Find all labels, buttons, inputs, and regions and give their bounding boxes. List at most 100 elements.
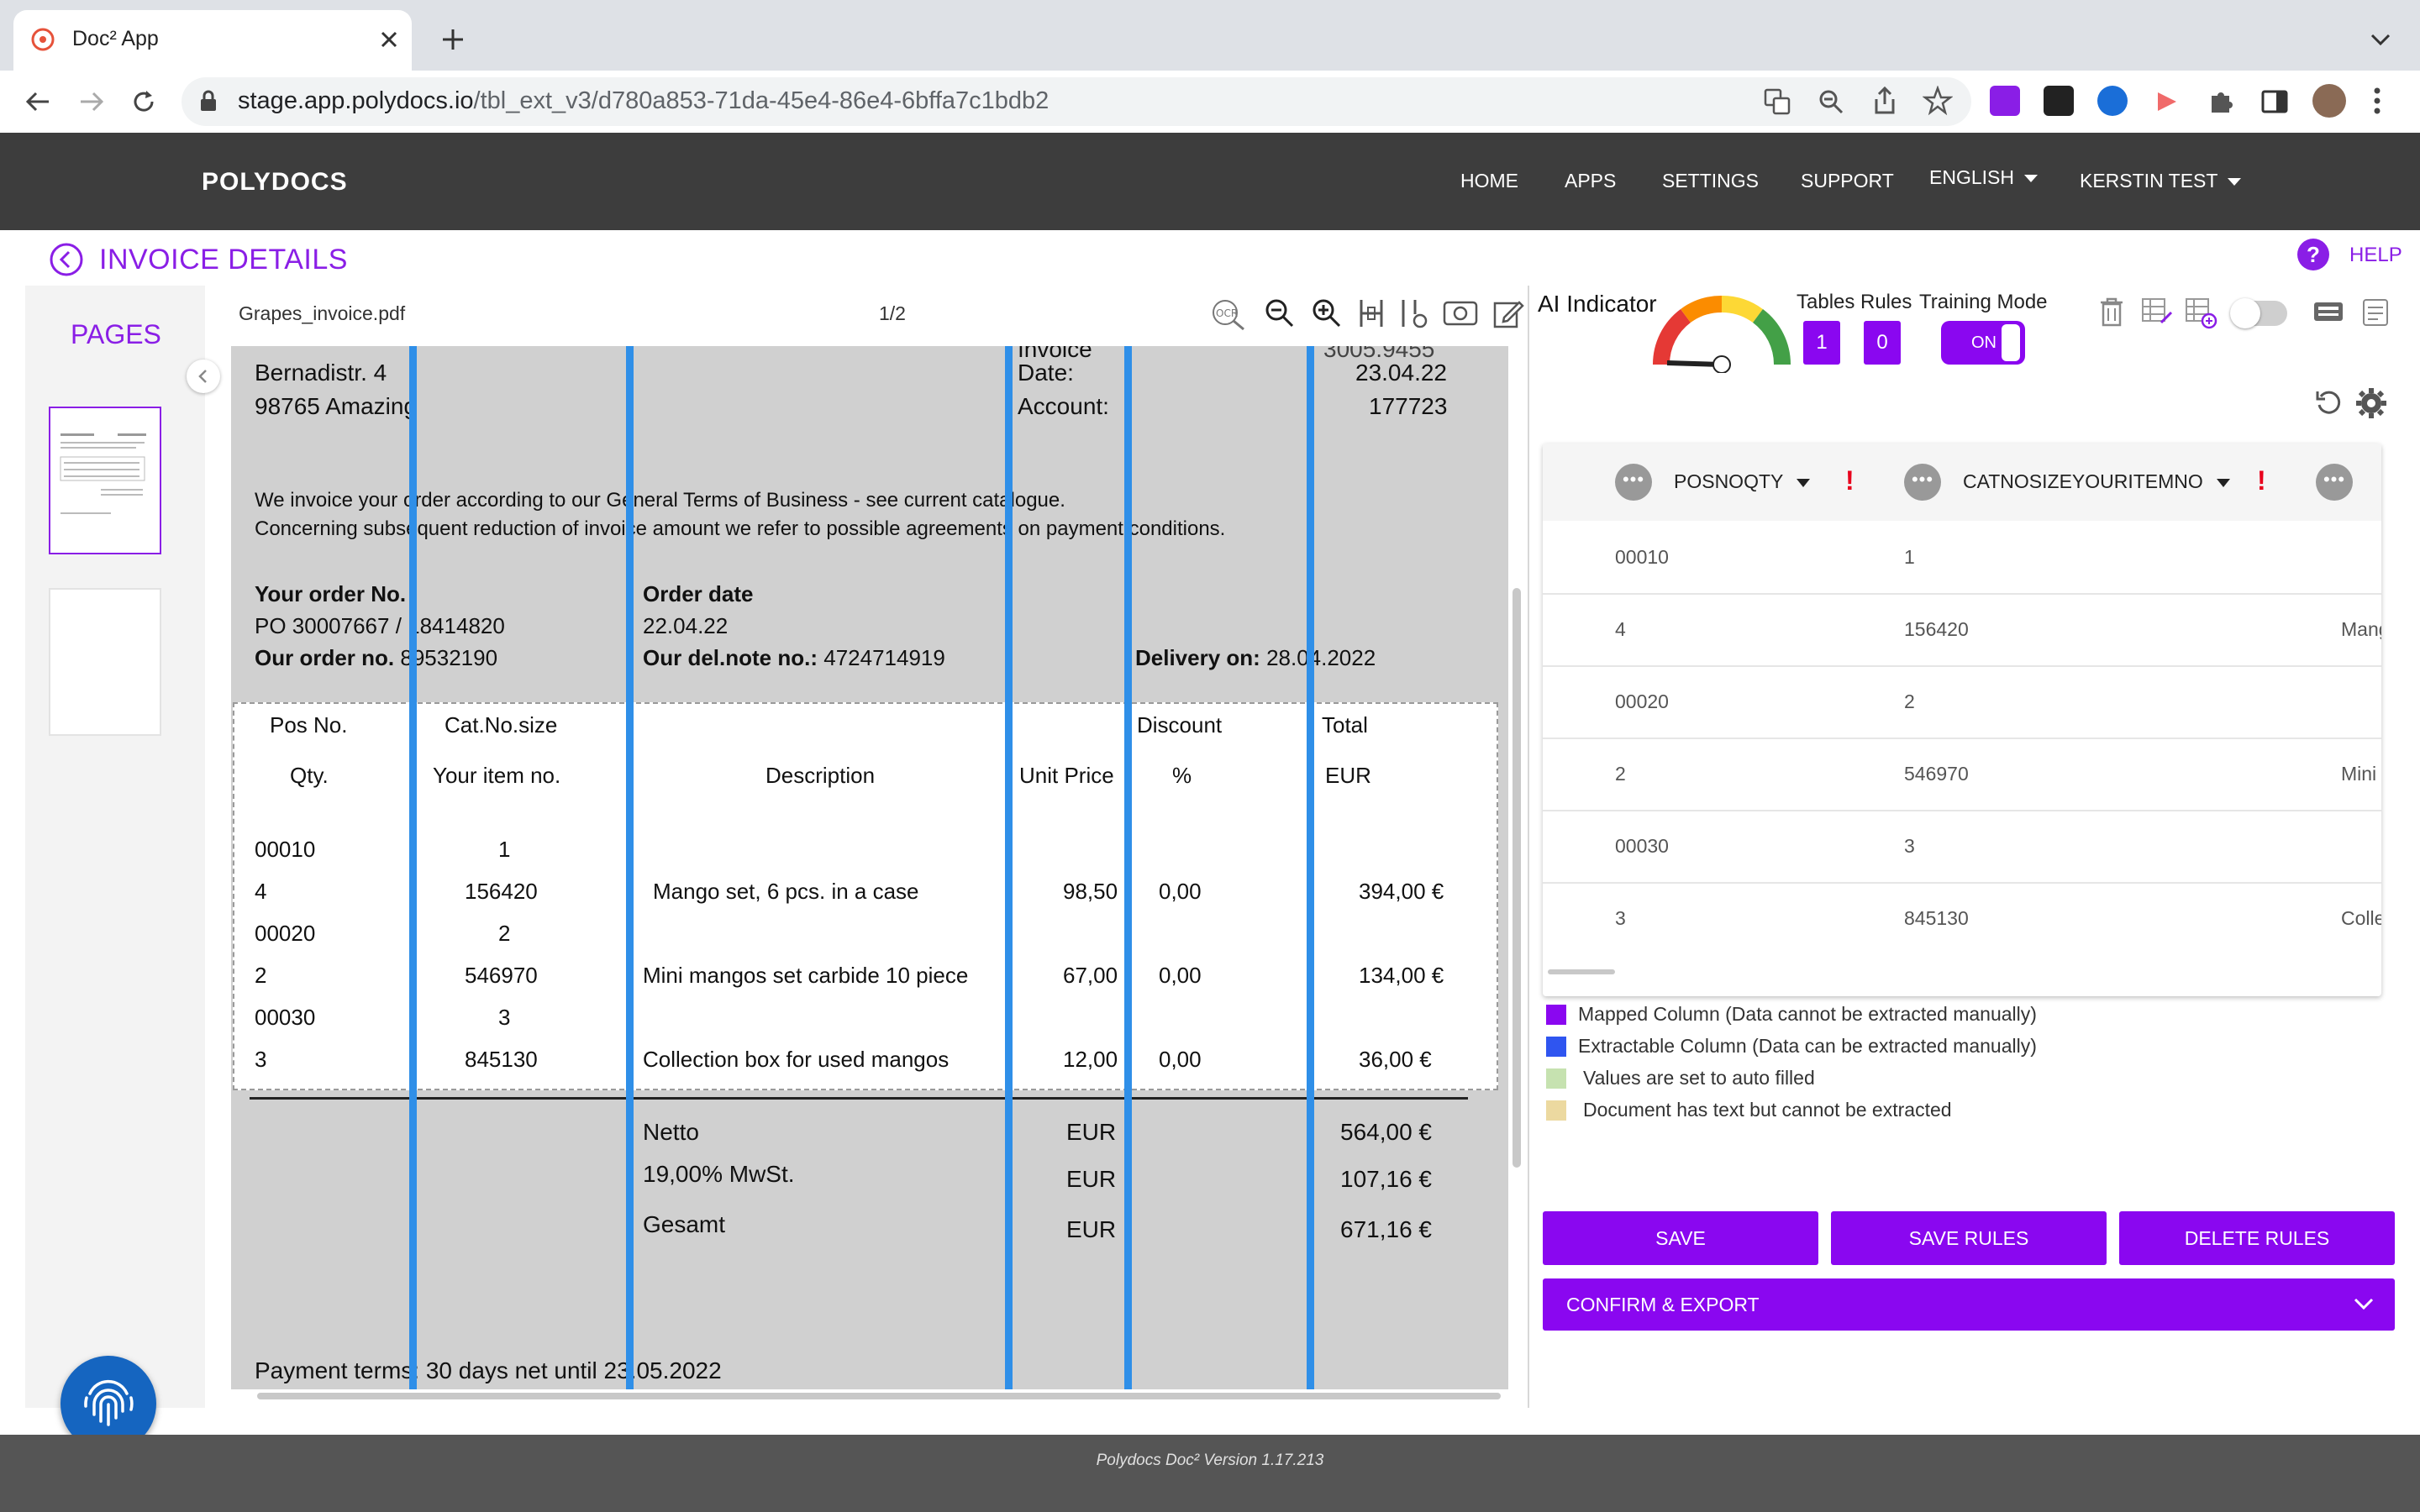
grid-cell[interactable]: 00030 (1615, 835, 1669, 858)
chevron-down-icon (1797, 478, 1811, 487)
column-1-label: POSNOQTY (1674, 470, 1784, 492)
column-header-1[interactable]: POSNOQTY (1674, 470, 1811, 493)
grid-cell[interactable]: 3 (1904, 835, 1915, 858)
column-rule-icon[interactable] (1398, 297, 1430, 333)
page-thumbnail-2[interactable] (49, 588, 161, 736)
keyboard-icon[interactable] (2312, 299, 2344, 328)
polydocs-logo[interactable]: POLYDOCS (202, 168, 348, 197)
document-horizontal-scrollbar[interactable] (257, 1393, 1501, 1399)
training-mode-toggle[interactable]: ON (1941, 321, 2025, 365)
profile-avatar[interactable] (2312, 84, 2346, 118)
grid-cell[interactable]: 3 (1615, 907, 1626, 930)
row2-c3: Mango set, 6 pcs. in a case (653, 879, 919, 904)
zoom-out-icon[interactable] (1264, 297, 1296, 333)
save-rules-button[interactable]: SAVE RULES (1831, 1211, 2107, 1265)
column-menu-icon[interactable]: ••• (1904, 464, 1941, 501)
back-icon[interactable] (24, 87, 52, 120)
extensions-puzzle-icon[interactable] (2207, 87, 2235, 120)
grid-row[interactable]: 00020 2 (1543, 665, 2381, 739)
chevron-down-icon (2228, 178, 2242, 186)
nav-apps[interactable]: APPS (1565, 170, 1616, 192)
page-thumbnail-1[interactable] (49, 407, 161, 554)
grid-cell[interactable]: 546970 (1904, 763, 1969, 785)
edit-table-icon[interactable] (2141, 297, 2175, 332)
collapse-panel-button[interactable] (187, 360, 220, 393)
grid-cell[interactable]: 00010 (1615, 546, 1669, 569)
warning-icon[interactable]: ! (1845, 465, 1854, 496)
help-link[interactable]: HELP (2349, 244, 2402, 267)
intro-line-1: We invoice your order according to our G… (255, 489, 1065, 512)
grid-row[interactable]: 00010 1 (1543, 521, 2381, 595)
user-menu[interactable]: KERSTIN TEST (2080, 170, 2242, 192)
edit-icon[interactable] (1492, 297, 1524, 333)
extension-4-icon[interactable] (2153, 87, 2181, 120)
undo-icon[interactable] (2314, 388, 2343, 421)
column-header-2[interactable]: CATNOSIZEYOURITEMNO (1963, 470, 2230, 493)
settings-gear-icon[interactable] (2354, 386, 2388, 424)
preview-icon[interactable] (1442, 297, 1479, 333)
extension-1-icon[interactable] (1990, 86, 2020, 116)
auto-mode-switch[interactable] (2230, 298, 2287, 328)
column-menu-icon[interactable]: ••• (1615, 464, 1652, 501)
column-guide-line[interactable] (1307, 346, 1314, 1389)
close-tab-icon[interactable] (378, 29, 400, 55)
nav-settings[interactable]: SETTINGS (1662, 170, 1759, 192)
zoom-icon[interactable] (1817, 87, 1845, 120)
browser-menu-icon[interactable] (2371, 86, 2383, 120)
column-guide-line[interactable] (409, 346, 417, 1389)
legend-mapped: Mapped Column (Data cannot be extracted … (1578, 1003, 2037, 1025)
document-canvas[interactable]: 3005.9455 Invoice Bernadistr. 4 98765 Am… (231, 346, 1508, 1389)
language-dropdown[interactable]: ENGLISH (1929, 166, 2038, 189)
delete-rules-button[interactable]: DELETE RULES (2119, 1211, 2395, 1265)
new-tab-icon[interactable] (440, 27, 466, 56)
document-vertical-scrollbar[interactable] (1512, 588, 1521, 1168)
ocr-icon[interactable]: OCR (1210, 297, 1247, 335)
extension-3-icon[interactable] (2097, 86, 2128, 116)
warning-icon[interactable]: ! (2257, 465, 2266, 496)
bookmark-star-icon[interactable] (1922, 85, 1954, 120)
grid-cell[interactable]: 156420 (1904, 618, 1969, 641)
add-table-icon[interactable] (2185, 297, 2218, 333)
grid-cell[interactable]: 00020 (1615, 690, 1669, 713)
extension-2-icon[interactable] (2044, 86, 2074, 116)
column-guide-line[interactable] (626, 346, 634, 1389)
lock-icon[interactable] (198, 89, 218, 117)
column-menu-icon[interactable]: ••• (2316, 464, 2353, 501)
share-icon[interactable] (1870, 86, 1899, 120)
row5-c1: 00030 (255, 1005, 316, 1030)
nav-home[interactable]: HOME (1460, 170, 1518, 192)
forward-icon[interactable] (77, 87, 106, 120)
grid-cell[interactable]: Colle (2341, 907, 2381, 930)
grid-cell[interactable]: 845130 (1904, 907, 1969, 930)
zoom-in-icon[interactable] (1311, 297, 1343, 333)
grid-cell[interactable]: 1 (1904, 546, 1915, 569)
confirm-export-accordion[interactable]: CONFIRM & EXPORT (1543, 1278, 2395, 1331)
grid-cell[interactable]: 4 (1615, 618, 1626, 641)
save-button[interactable]: SAVE (1543, 1211, 1818, 1265)
grid-row[interactable]: 2 546970 Mini (1543, 738, 2381, 811)
grid-row[interactable]: 3 845130 Colle (1543, 882, 2381, 954)
nav-support[interactable]: SUPPORT (1801, 170, 1894, 192)
column-guide-line[interactable] (1005, 346, 1013, 1389)
delete-table-icon[interactable] (2097, 296, 2126, 332)
column-guide-line[interactable] (1124, 346, 1132, 1389)
column-split-icon[interactable] (1356, 297, 1386, 333)
grid-cell[interactable]: Mang (2341, 618, 2381, 641)
grid-horizontal-scrollbar[interactable] (1548, 969, 1615, 974)
grid-row[interactable]: 00030 3 (1543, 810, 2381, 884)
reload-icon[interactable] (129, 87, 158, 120)
url-path: /tbl_ext_v3/d780a853-71da-45e4-86e4-6bff… (473, 87, 1050, 114)
tab-search-icon[interactable] (2370, 32, 2391, 51)
grid-cell[interactable]: 2 (1904, 690, 1915, 713)
side-panel-icon[interactable] (2260, 87, 2289, 120)
back-arrow-icon[interactable] (49, 242, 84, 281)
grid-row[interactable]: 4 156420 Mang (1543, 593, 2381, 667)
url-text[interactable]: stage.app.polydocs.io/tbl_ext_v3/d780a85… (238, 87, 1049, 115)
row1-c1: 00010 (255, 837, 316, 862)
grid-cell[interactable]: 2 (1615, 763, 1626, 785)
training-mode-label: Training Mode (1919, 291, 2048, 313)
help-icon[interactable]: ? (2297, 239, 2329, 270)
translate-icon[interactable] (1763, 87, 1791, 120)
ocr-settings-icon[interactable] (2361, 297, 2390, 332)
grid-cell[interactable]: Mini (2341, 763, 2376, 785)
